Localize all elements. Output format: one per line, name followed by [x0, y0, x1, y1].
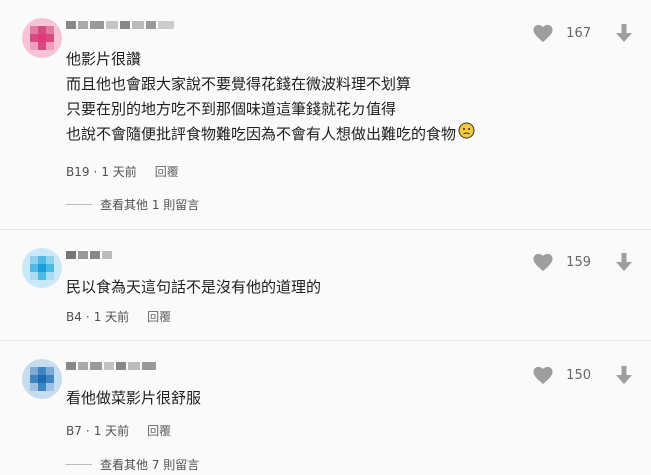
comment-card: 民以食為天這句話不是沒有他的道理的 B4 · 1 天前 回覆 159 [0, 229, 651, 339]
comment-text: 看他做菜影片很舒服 [66, 386, 201, 411]
like-count: 167 [566, 25, 591, 41]
comment-line: 看他做菜影片很舒服 [66, 389, 202, 407]
divider [66, 464, 92, 465]
comment-card: 他影片很讚 而且他也會跟大家說不要覺得花錢在微波料理不划算 只要在別的地方吃不到… [0, 0, 651, 222]
username-mosaic[interactable] [66, 247, 126, 266]
view-more-label[interactable]: 查看其他 7 則留言 [100, 456, 199, 473]
comment-card: 看他做菜影片很舒服 B7 · 1 天前 回覆 150 查看其他 7 則留言 [0, 340, 651, 475]
comment-line: 而且他也會跟大家說不要覺得花錢在微波料理不划算 [66, 75, 412, 93]
comment-text: 他影片很讚 而且他也會跟大家說不要覺得花錢在微波料理不划算 只要在別的地方吃不到… [66, 47, 475, 147]
down-arrow-icon[interactable] [615, 23, 633, 43]
heart-icon[interactable] [532, 23, 554, 43]
comment-meta: B19 · 1 天前 回覆 [66, 163, 179, 180]
user-id: B19 [66, 165, 90, 179]
comment-line: 也說不會隨便批評食物難吃因為不會有人想做出難吃的食物 [66, 125, 457, 143]
reply-button[interactable]: 回覆 [155, 165, 179, 179]
username-mosaic[interactable] [66, 17, 186, 36]
view-more-label[interactable]: 查看其他 1 則留言 [100, 196, 199, 213]
avatar[interactable] [22, 248, 62, 288]
user-id: B4 [66, 310, 82, 324]
down-arrow-icon[interactable] [615, 252, 633, 272]
timestamp: 1 天前 [93, 310, 130, 324]
comment-line: 民以食為天這句話不是沒有他的道理的 [66, 278, 322, 296]
view-more-replies[interactable]: 查看其他 1 則留言 [66, 196, 199, 213]
confused-face-icon [458, 122, 475, 147]
like-controls: 159 [532, 252, 633, 272]
down-arrow-icon[interactable] [615, 365, 633, 385]
divider [66, 204, 92, 205]
like-controls: 150 [532, 365, 633, 385]
reply-button[interactable]: 回覆 [147, 424, 171, 438]
comment-text: 民以食為天這句話不是沒有他的道理的 [66, 275, 321, 300]
like-count: 150 [566, 367, 591, 383]
separator: · [85, 424, 90, 438]
view-more-replies[interactable]: 查看其他 7 則留言 [66, 456, 199, 473]
reply-button[interactable]: 回覆 [147, 310, 171, 324]
timestamp: 1 天前 [93, 424, 130, 438]
user-id: B7 [66, 424, 82, 438]
avatar[interactable] [22, 359, 62, 399]
separator: · [85, 310, 90, 324]
timestamp: 1 天前 [101, 165, 137, 179]
separator: · [93, 165, 98, 179]
comment-meta: B7 · 1 天前 回覆 [66, 422, 171, 439]
avatar[interactable] [22, 18, 62, 58]
comment-line: 只要在別的地方吃不到那個味道這筆錢就花ㄉ值得 [66, 100, 397, 118]
heart-icon[interactable] [532, 365, 554, 385]
like-controls: 167 [532, 23, 633, 43]
comment-line: 他影片很讚 [66, 50, 142, 68]
like-count: 159 [566, 254, 591, 270]
comment-meta: B4 · 1 天前 回覆 [66, 308, 171, 325]
heart-icon[interactable] [532, 252, 554, 272]
username-mosaic[interactable] [66, 358, 176, 377]
